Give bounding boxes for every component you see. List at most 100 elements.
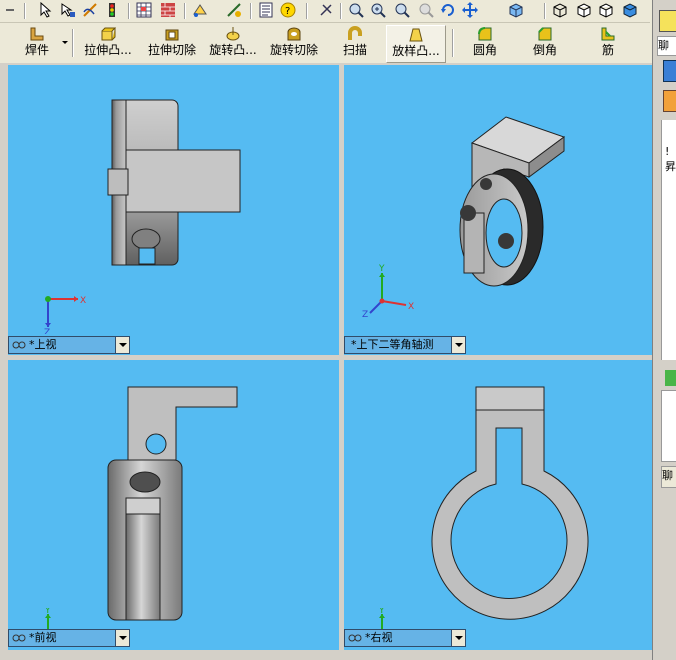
axis-z-label: Z	[44, 328, 50, 334]
axis-x-label: X	[408, 302, 414, 312]
sweep-icon	[348, 26, 362, 40]
select-filter-icon[interactable]	[60, 2, 76, 18]
fillet-label: 圆角	[472, 43, 497, 57]
shaded-icon[interactable]	[622, 2, 638, 18]
loft-icon	[409, 28, 423, 42]
view-dropdown-icon[interactable]	[451, 337, 465, 353]
brick-wall-icon[interactable]	[160, 2, 176, 18]
zoom-selection-icon[interactable]	[418, 2, 434, 18]
view-name: *右视	[365, 631, 393, 644]
smart-dimension-icon[interactable]	[226, 2, 242, 18]
wireframe-icon[interactable]	[552, 2, 568, 18]
axis-y-label: Y	[378, 608, 385, 616]
axis-x-label: X	[80, 296, 86, 306]
viewport-right[interactable]: Y Z *右视	[344, 360, 652, 650]
view-label-isometric[interactable]: *上下二等角轴测	[344, 336, 466, 354]
weldment-button[interactable]: 焊件	[6, 25, 68, 61]
extrude-cut-icon	[165, 29, 179, 41]
axis-z-label: Z	[362, 310, 368, 318]
task-pane-tab-icon[interactable]	[659, 10, 676, 32]
zoom-in-out-icon[interactable]	[394, 2, 410, 18]
list-icon[interactable]	[258, 2, 274, 18]
view-name: *上视	[29, 338, 57, 351]
sketch-icon[interactable]	[82, 2, 98, 18]
view-label-front[interactable]: *前视	[8, 629, 130, 647]
view-dropdown-icon[interactable]	[451, 630, 465, 646]
task-pane-button[interactable]: 聊	[661, 466, 676, 488]
design-library-icon[interactable]	[665, 370, 676, 386]
view-label-top[interactable]: *上视	[8, 336, 130, 354]
separator	[452, 29, 454, 57]
sweep-button[interactable]: 扫描	[338, 25, 372, 61]
rib-icon	[601, 27, 615, 41]
loft-label: 放样凸...	[392, 44, 440, 58]
task-pane-text: !昇	[665, 145, 676, 173]
extrude-cut-button[interactable]: 拉伸切除	[144, 25, 200, 61]
standard-toolbar: ?	[0, 0, 650, 23]
right-view-part	[431, 386, 589, 620]
separator	[24, 3, 26, 19]
separator	[250, 3, 252, 19]
axis-y-label: Y	[44, 608, 51, 616]
svg-text:?: ?	[285, 6, 290, 17]
task-pane-input[interactable]	[661, 390, 676, 462]
separator	[72, 29, 74, 57]
toolbar-grip-icon	[2, 2, 18, 18]
pan-icon[interactable]	[462, 2, 478, 18]
chamfer-button[interactable]: 倒角	[530, 25, 560, 61]
rib-button[interactable]: 筋	[596, 25, 620, 61]
link-icon	[12, 634, 26, 642]
chamfer-icon	[538, 27, 552, 41]
separator	[184, 3, 186, 19]
task-pane: 聊 !昇 聊	[652, 0, 676, 660]
fillet-icon	[478, 27, 492, 41]
extrude-boss-button[interactable]: 拉伸凸...	[80, 25, 136, 61]
vertical-splitter[interactable]	[339, 63, 344, 660]
view-dropdown-icon[interactable]	[115, 630, 129, 646]
weldment-icon	[30, 27, 44, 41]
axis-y-label: Y	[378, 264, 385, 274]
revolve-boss-button[interactable]: 旋转凸...	[204, 25, 262, 61]
view-orientation-icon[interactable]	[508, 2, 524, 18]
snap-icon[interactable]	[318, 2, 334, 18]
viewport-front[interactable]: Y X *前视	[8, 360, 339, 650]
help-icon[interactable]: ?	[280, 2, 296, 18]
traffic-light-icon[interactable]	[104, 2, 120, 18]
weldment-label: 焊件	[24, 43, 49, 57]
extrude-cut-label: 拉伸切除	[147, 43, 196, 57]
zoom-to-fit-icon[interactable]	[348, 2, 364, 18]
zoom-area-icon[interactable]	[370, 2, 386, 18]
extrude-boss-label: 拉伸凸...	[84, 43, 132, 57]
fillet-button[interactable]: 圆角	[470, 25, 500, 61]
weldment-dropdown-arrow-icon[interactable]	[62, 41, 68, 44]
hidden-lines-removed-icon[interactable]	[598, 2, 614, 18]
library-icon[interactable]	[663, 90, 676, 112]
resources-icon[interactable]	[663, 60, 676, 82]
view-label-right[interactable]: *右视	[344, 629, 466, 647]
revolve-boss-icon	[226, 27, 240, 41]
revolve-cut-label: 旋转切除	[269, 43, 318, 57]
extrude-boss-icon	[101, 27, 116, 41]
horizontal-splitter[interactable]	[0, 355, 652, 360]
sweep-label: 扫描	[342, 43, 367, 57]
viewport-top[interactable]: X Z *上视	[8, 65, 339, 355]
view-dropdown-icon[interactable]	[115, 337, 129, 353]
front-view-part	[107, 386, 238, 621]
loft-button[interactable]: 放样凸...	[386, 25, 446, 63]
separator	[306, 3, 308, 19]
revolve-cut-icon	[287, 27, 301, 41]
features-toolbar: 焊件 拉伸凸... 拉伸切除 旋转凸... 旋转切除 扫描 放样凸... 圆角 …	[0, 23, 652, 64]
chamfer-label: 倒角	[532, 43, 557, 57]
separator	[128, 3, 130, 19]
revolve-cut-button[interactable]: 旋转切除	[268, 25, 320, 61]
view-name: *上下二等角轴测	[351, 338, 434, 351]
select-arrow-icon[interactable]	[38, 1, 54, 18]
reference-geometry-icon[interactable]	[192, 2, 208, 18]
viewport-isometric[interactable]: Y X Z *上下二等角轴测	[344, 65, 652, 355]
revolve-boss-label: 旋转凸...	[209, 43, 257, 57]
hidden-lines-visible-icon[interactable]	[576, 2, 592, 18]
grid-table-icon[interactable]	[136, 2, 152, 18]
view-name: *前视	[29, 631, 57, 644]
rotate-icon[interactable]	[440, 2, 456, 18]
triad-icon: Y X Z	[362, 264, 414, 318]
